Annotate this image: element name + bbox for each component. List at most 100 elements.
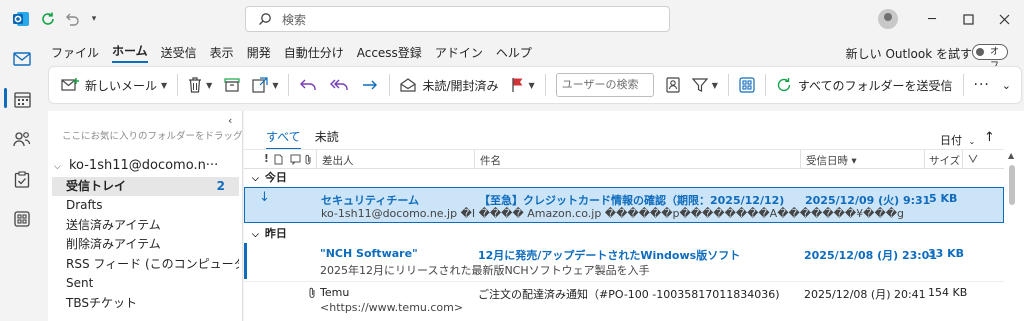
people-icon[interactable] <box>9 126 35 152</box>
attachment-column-icon[interactable] <box>304 154 312 165</box>
title-bar: ▾ 検索 ─ <box>0 0 1024 38</box>
avatar[interactable] <box>878 9 898 29</box>
subject-column-header[interactable]: 件名 <box>480 153 501 168</box>
maximize-icon <box>962 13 974 25</box>
folder-pane: ‹ ここにお気に入りのフォルダーをドラッグします ⌵ ko-1sh11@doco… <box>48 111 271 321</box>
folder-inbox[interactable]: 受信トレイ 2 <box>52 177 239 196</box>
envelope-open-icon <box>400 78 417 92</box>
address-book-button[interactable] <box>660 71 686 99</box>
minimize-button[interactable]: ─ <box>920 8 944 30</box>
account-name: ko-1sh11@docomo.n··· <box>68 158 219 173</box>
table-row[interactable]: "NCH Software" 12月に発売/アップデートされたWindows版ソ… <box>244 243 1004 279</box>
delete-button[interactable]: ▼ <box>182 71 218 99</box>
flag-icon <box>511 78 523 92</box>
folder-sent[interactable]: Sent <box>52 274 239 293</box>
folder-drafts[interactable]: Drafts <box>52 196 239 215</box>
maximize-button[interactable] <box>956 8 980 30</box>
tab-unread[interactable]: 未読 <box>315 128 339 150</box>
category-column-icon[interactable] <box>968 154 978 165</box>
message-subject: ご注文の配達済み通知（#PO-100 -10035817011834036) <box>478 288 780 301</box>
menu-file[interactable]: ファイル <box>51 44 99 61</box>
menu-rules[interactable]: 自動仕分け <box>284 44 344 61</box>
chevron-down-icon: ⌵ <box>252 230 259 240</box>
received-column-header[interactable]: 受信日時 ▾ <box>806 153 857 168</box>
new-mail-button[interactable]: 新しいメール ▼ <box>55 71 173 99</box>
folder-deleted-items[interactable]: 削除済みアイテム <box>52 235 239 254</box>
folder-label: RSS フィード (このコンピュータ… <box>66 257 239 271</box>
low-importance-arrow-icon: ↓ <box>259 190 270 205</box>
folder-label: TBSチケット <box>66 296 137 310</box>
message-date: 2025/12/08 (月) 23:01 <box>804 249 937 262</box>
menu-addins[interactable]: アドイン <box>435 44 483 61</box>
column-divider <box>800 150 801 169</box>
menu-developer[interactable]: 開発 <box>247 44 271 61</box>
mail-icon[interactable] <box>9 46 35 72</box>
folder-label: 送信済みアイテム <box>66 218 161 232</box>
menu-access-register[interactable]: Access登録 <box>357 44 422 61</box>
unread-read-button[interactable]: 未読/開封済み <box>394 71 504 99</box>
move-button[interactable]: ▼ <box>246 71 284 99</box>
archive-icon <box>224 78 240 92</box>
new-outlook-toggle[interactable]: オフ <box>972 44 1008 71</box>
refresh-icon <box>777 78 791 92</box>
tasks-icon[interactable] <box>9 166 35 192</box>
reply-button[interactable] <box>293 71 323 99</box>
reminder-column-icon[interactable] <box>290 154 301 165</box>
folder-tbs-ticket[interactable]: TBSチケット <box>52 294 239 313</box>
filter-button[interactable]: ▼ <box>686 71 724 99</box>
group-label: 昨日 <box>264 227 287 240</box>
flag-button[interactable]: ▼ <box>505 71 541 99</box>
tab-all[interactable]: すべて <box>266 128 301 150</box>
search-box[interactable]: 検索 <box>245 6 670 32</box>
apps-button[interactable] <box>733 71 761 99</box>
forward-button[interactable] <box>355 71 385 99</box>
more-options-icon[interactable]: ··· <box>968 71 996 99</box>
importance-column-icon[interactable]: ! <box>264 153 269 165</box>
sort-direction-icon[interactable]: ↑ <box>984 130 995 145</box>
reply-all-button[interactable] <box>323 71 355 99</box>
message-subject: 12月に発売/アップデートされたWindows版ソフト <box>478 249 741 262</box>
chevron-down-icon[interactable]: ▼ <box>161 81 167 90</box>
ribbon-expand-chevron-icon[interactable]: ⌄ <box>996 71 1017 99</box>
account-header[interactable]: ⌵ ko-1sh11@docomo.n··· <box>54 158 218 173</box>
send-receive-all-button[interactable]: すべてのフォルダーを送受信 <box>770 71 959 99</box>
collapse-pane-icon[interactable]: ‹ <box>228 114 232 127</box>
group-yesterday[interactable]: ⌵ 昨日 <box>244 225 1004 243</box>
user-search-input[interactable]: ユーザーの検索 <box>555 73 654 97</box>
scrollbar-thumb[interactable] <box>1009 165 1015 205</box>
table-row[interactable]: Temu ご注文の配達済み通知（#PO-100 -100358170118340… <box>244 281 1004 317</box>
chevron-down-icon[interactable]: ▼ <box>529 81 535 90</box>
menu-view[interactable]: 表示 <box>210 44 234 61</box>
sort-by-dropdown[interactable]: 日付 ⌄ <box>940 132 975 148</box>
sync-icon[interactable] <box>40 10 56 28</box>
archive-button[interactable] <box>218 71 246 99</box>
quick-access-dropdown-icon[interactable]: ▾ <box>88 10 100 28</box>
ribbon-separator <box>764 74 766 96</box>
table-row[interactable]: ↓ セキュリティチーム 【至急】クレジットカード情報の確認（期限：2025/12… <box>244 187 1004 223</box>
size-column-header[interactable]: サイズ <box>929 153 960 168</box>
ribbon-separator <box>389 74 391 96</box>
folder-rss-feeds[interactable]: RSS フィード (このコンピュータ… <box>52 255 239 274</box>
move-to-folder-icon <box>252 77 268 93</box>
menu-help[interactable]: ヘルプ <box>496 44 532 61</box>
try-new-outlook-label: 新しい Outlook を試す <box>845 47 972 61</box>
chevron-down-icon[interactable]: ▼ <box>206 81 212 90</box>
close-button[interactable] <box>992 8 1016 30</box>
vertical-scrollbar[interactable]: ▲ <box>1008 151 1016 321</box>
calendar-icon[interactable] <box>9 86 35 112</box>
chevron-down-icon[interactable]: ▼ <box>712 81 718 90</box>
column-divider <box>924 150 925 169</box>
apps-icon[interactable] <box>9 206 35 232</box>
group-today[interactable]: ⌵ 今日 <box>244 169 1004 187</box>
from-column-header[interactable]: 差出人 <box>322 153 354 168</box>
ribbon-toolbar: 新しいメール ▼ ▼ ▼ 未読/開封済み ▼ ユーザーの検索 ▼ すべてのフォル… <box>48 66 1022 104</box>
undo-icon[interactable] <box>64 10 80 28</box>
chevron-down-icon[interactable]: ▼ <box>272 81 278 90</box>
scroll-up-icon[interactable]: ▲ <box>1008 151 1014 160</box>
message-from: "NCH Software" <box>320 247 418 260</box>
document-column-icon[interactable] <box>274 154 283 165</box>
folder-sent-items[interactable]: 送信済みアイテム <box>52 216 239 235</box>
menu-send-receive[interactable]: 送受信 <box>161 44 197 61</box>
message-date: 2025/12/09 (火) 9:31 <box>805 194 931 207</box>
menu-home[interactable]: ホーム <box>112 42 148 63</box>
